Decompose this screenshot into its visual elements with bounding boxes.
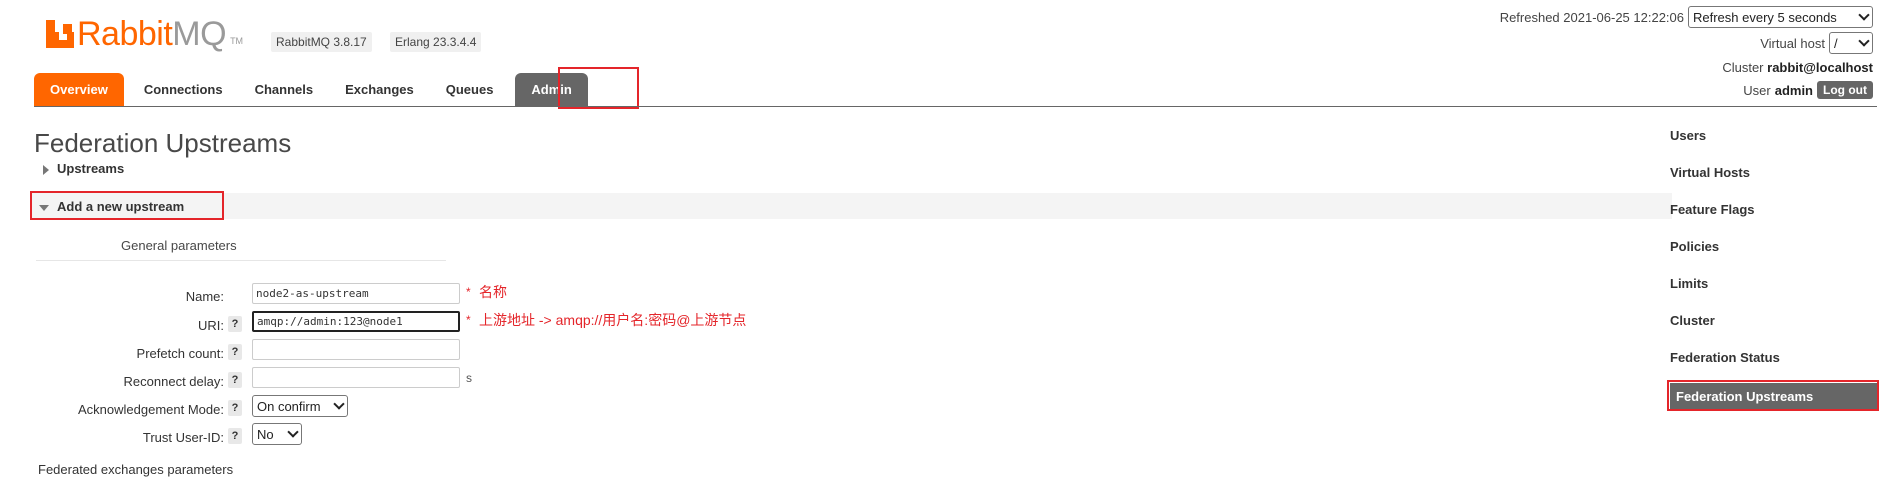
ack-mode-label: Acknowledgement Mode:	[78, 402, 224, 417]
sidebar-item-users[interactable]: Users	[1670, 128, 1706, 143]
tab-queues[interactable]: Queues	[430, 73, 510, 106]
reconnect-delay-label: Reconnect delay:	[123, 374, 224, 389]
reconnect-delay-input[interactable]	[252, 367, 460, 388]
name-required-marker: *	[466, 285, 471, 299]
refresh-interval-select[interactable]: Refresh every 5 seconds	[1688, 6, 1873, 28]
logo-wordmark: RabbitMQ	[77, 15, 227, 53]
general-parameters-header: General parameters	[36, 238, 446, 261]
federation-upstreams-highlight	[1667, 380, 1879, 411]
trust-user-id-label: Trust User-ID:	[142, 430, 224, 445]
ack-mode-help-icon[interactable]: ?	[228, 400, 242, 416]
uri-input[interactable]: amqp://admin:123@node1	[252, 311, 460, 332]
prefetch-count-label: Prefetch count:	[136, 346, 224, 361]
name-annotation: 名称	[479, 284, 507, 300]
prefetch-count-input[interactable]	[252, 339, 460, 360]
uri-help-icon[interactable]: ?	[228, 316, 242, 332]
page-title: Federation Upstreams	[34, 128, 292, 158]
refreshed-timestamp: Refreshed 2021-06-25 12:22:06	[1499, 9, 1684, 25]
virtual-host-area: Virtual host /	[1760, 32, 1873, 54]
chevron-down-icon	[1858, 35, 1870, 47]
sidebar-item-limits[interactable]: Limits	[1670, 276, 1708, 291]
upstreams-section-toggle[interactable]: Upstreams	[43, 161, 124, 176]
uri-required-marker: *	[466, 313, 471, 327]
logout-button[interactable]: Log out	[1817, 81, 1873, 99]
sidebar-item-federation-status[interactable]: Federation Status	[1670, 350, 1780, 365]
tab-channels[interactable]: Channels	[239, 73, 330, 106]
admin-tab-highlight	[558, 67, 639, 109]
rabbitmq-logo: RabbitMQ TM	[46, 14, 243, 54]
user-name: admin	[1774, 82, 1814, 98]
trust-user-id-select[interactable]: No	[252, 423, 302, 445]
chevron-down-icon	[333, 398, 345, 410]
uri-label: URI:	[198, 318, 224, 333]
reconnect-delay-unit: s	[466, 371, 472, 385]
rabbitmq-version-badge: RabbitMQ 3.8.17	[271, 32, 372, 52]
trust-user-id-help-icon[interactable]: ?	[228, 428, 242, 444]
cluster-name: rabbit@localhost	[1767, 60, 1873, 75]
refresh-area: Refreshed 2021-06-25 12:22:06 Refresh ev…	[1500, 6, 1873, 28]
tab-exchanges[interactable]: Exchanges	[329, 73, 430, 106]
sidebar-item-policies[interactable]: Policies	[1670, 239, 1719, 254]
sidebar-item-feature-flags[interactable]: Feature Flags	[1670, 202, 1755, 217]
sidebar-item-virtual-hosts[interactable]: Virtual Hosts	[1670, 165, 1750, 180]
cluster-info: Cluster rabbit@localhost	[1722, 60, 1873, 75]
virtual-host-label: Virtual host	[1760, 35, 1825, 51]
virtual-host-select[interactable]: /	[1829, 32, 1873, 54]
rabbitmq-logo-icon	[46, 20, 74, 48]
uri-annotation: 上游地址 -> amqp://用户名:密码@上游节点	[479, 312, 747, 328]
erlang-version-badge: Erlang 23.3.4.4	[390, 32, 482, 52]
tab-overview[interactable]: Overview	[34, 73, 124, 106]
sidebar-item-cluster[interactable]: Cluster	[1670, 313, 1715, 328]
user-info: User admin Log out	[1743, 81, 1873, 99]
tab-connections[interactable]: Connections	[128, 73, 239, 106]
chevron-down-icon	[287, 426, 299, 438]
reconnect-help-icon[interactable]: ?	[228, 372, 242, 388]
triangle-right-icon	[43, 164, 49, 175]
main-tabs: Overview Connections Channels Exchanges …	[34, 73, 588, 106]
prefetch-help-icon[interactable]: ?	[228, 344, 242, 360]
add-upstream-bar	[32, 193, 1672, 219]
name-label: Name:	[185, 289, 224, 304]
name-input[interactable]: node2-as-upstream	[252, 283, 460, 304]
ack-mode-select[interactable]: On confirm	[252, 395, 348, 417]
chevron-down-icon	[1858, 9, 1870, 21]
tab-divider	[34, 106, 1877, 107]
add-upstream-highlight	[30, 191, 224, 220]
logo-trademark: TM	[230, 36, 244, 46]
